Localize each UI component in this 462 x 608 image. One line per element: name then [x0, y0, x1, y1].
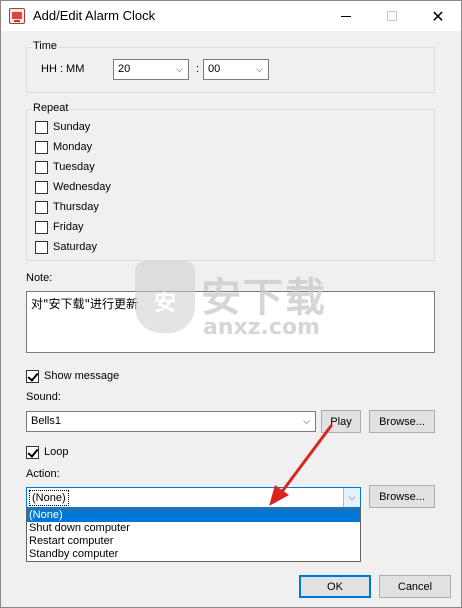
checkbox-monday[interactable] — [35, 140, 48, 154]
time-separator: : — [196, 63, 200, 75]
day-label: Friday — [53, 221, 84, 233]
dialog-footer: OK Cancel — [1, 567, 461, 607]
close-button[interactable]: ✕ — [415, 1, 461, 31]
day-label: Monday — [53, 141, 93, 153]
repeat-sunday[interactable]: Sunday — [35, 119, 90, 135]
checkbox-wednesday[interactable] — [35, 180, 48, 194]
sound-value: Bells1 — [31, 415, 61, 427]
alarm-dialog: Add/Edit Alarm Clock ✕ Time HH : MM 20 ⌵… — [0, 0, 462, 608]
day-label: Tuesday — [53, 161, 95, 173]
day-label: Wednesday — [53, 181, 111, 193]
sound-select[interactable]: Bells1 ⌵ — [26, 411, 316, 432]
chevron-down-icon: ⌵ — [176, 64, 183, 74]
minute-value: 00 — [208, 63, 221, 75]
action-dropdown-list: (None) Shut down computer Restart comput… — [26, 508, 361, 562]
alarm-clock-app-icon — [9, 8, 25, 24]
action-option-restart[interactable]: Restart computer — [27, 535, 360, 548]
checkbox-tuesday[interactable] — [35, 160, 48, 174]
action-browse-button[interactable]: Browse... — [369, 485, 435, 508]
note-label: Note: — [26, 272, 53, 284]
minimize-icon — [341, 15, 351, 17]
chevron-down-icon: ⌵ — [256, 64, 263, 74]
note-textarea[interactable]: 对"安下载"进行更新 — [26, 291, 435, 353]
show-message-checkbox[interactable] — [26, 369, 39, 383]
chevron-down-icon: ⌵ — [303, 416, 310, 426]
show-message-option[interactable]: Show message — [26, 368, 119, 384]
action-option-standby[interactable]: Standby computer — [27, 548, 360, 561]
window-title: Add/Edit Alarm Clock — [33, 8, 156, 23]
minimize-button[interactable] — [323, 1, 369, 31]
cancel-button[interactable]: Cancel — [379, 575, 451, 598]
repeat-tuesday[interactable]: Tuesday — [35, 159, 95, 175]
checkbox-saturday[interactable] — [35, 240, 48, 254]
day-label: Thursday — [53, 201, 99, 213]
loop-option[interactable]: Loop — [26, 444, 68, 460]
hour-select[interactable]: 20 ⌵ — [113, 59, 189, 80]
checkbox-thursday[interactable] — [35, 200, 48, 214]
action-option-shutdown[interactable]: Shut down computer — [27, 522, 360, 535]
repeat-friday[interactable]: Friday — [35, 219, 84, 235]
chevron-down-icon[interactable]: ⌵ — [343, 488, 360, 507]
action-option-none[interactable]: (None) — [27, 509, 360, 522]
hour-value: 20 — [118, 63, 131, 75]
repeat-thursday[interactable]: Thursday — [35, 199, 99, 215]
checkbox-friday[interactable] — [35, 220, 48, 234]
checkbox-sunday[interactable] — [35, 120, 48, 134]
close-icon: ✕ — [431, 6, 445, 26]
play-button[interactable]: Play — [321, 410, 361, 433]
maximize-button[interactable] — [369, 1, 415, 31]
repeat-group-label: Repeat — [32, 102, 70, 114]
loop-label: Loop — [44, 446, 69, 458]
repeat-wednesday[interactable]: Wednesday — [35, 179, 111, 195]
action-label: Action: — [26, 468, 60, 480]
time-group-label: Time — [32, 40, 59, 52]
ok-button[interactable]: OK — [299, 575, 371, 598]
minute-select[interactable]: 00 ⌵ — [203, 59, 269, 80]
maximize-icon — [387, 11, 397, 21]
day-label: Sunday — [53, 121, 91, 133]
note-text: 对"安下载"进行更新 — [31, 297, 139, 311]
show-message-label: Show message — [44, 370, 120, 382]
day-label: Saturday — [53, 241, 98, 253]
action-value: (None) — [29, 490, 69, 506]
repeat-saturday[interactable]: Saturday — [35, 239, 97, 255]
action-select[interactable]: (None) ⌵ — [26, 487, 361, 508]
sound-browse-button[interactable]: Browse... — [369, 410, 435, 433]
loop-checkbox[interactable] — [26, 445, 39, 459]
hhmm-label: HH : MM — [41, 63, 85, 75]
title-bar: Add/Edit Alarm Clock ✕ — [1, 1, 461, 31]
sound-label: Sound: — [26, 391, 61, 403]
repeat-monday[interactable]: Monday — [35, 139, 92, 155]
